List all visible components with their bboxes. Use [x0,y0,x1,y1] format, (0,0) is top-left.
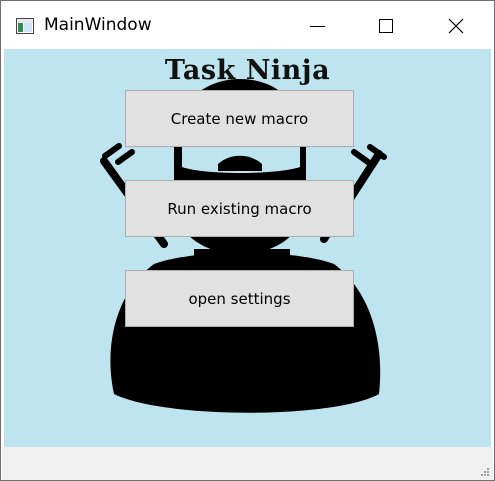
resize-grip-icon[interactable] [480,467,489,476]
close-icon [448,18,464,34]
status-bar [2,447,493,480]
app-window-icon [16,18,34,34]
window-title: MainWindow [44,15,152,35]
minimize-button[interactable] [294,1,340,49]
title-bar[interactable]: MainWindow [1,1,494,49]
close-button[interactable] [431,1,477,49]
create-macro-button[interactable]: Create new macro [125,90,354,147]
open-settings-button[interactable]: open settings [125,270,354,327]
page-title: Task Ninja [164,55,331,86]
maximize-button[interactable] [362,1,408,49]
main-window: MainWindow Task Ninja Create new macro R… [0,0,495,481]
run-macro-button[interactable]: Run existing macro [125,180,354,237]
maximize-icon [379,19,393,33]
minimize-icon [310,26,325,27]
central-widget: Task Ninja Create new macro Run existing… [4,49,491,447]
